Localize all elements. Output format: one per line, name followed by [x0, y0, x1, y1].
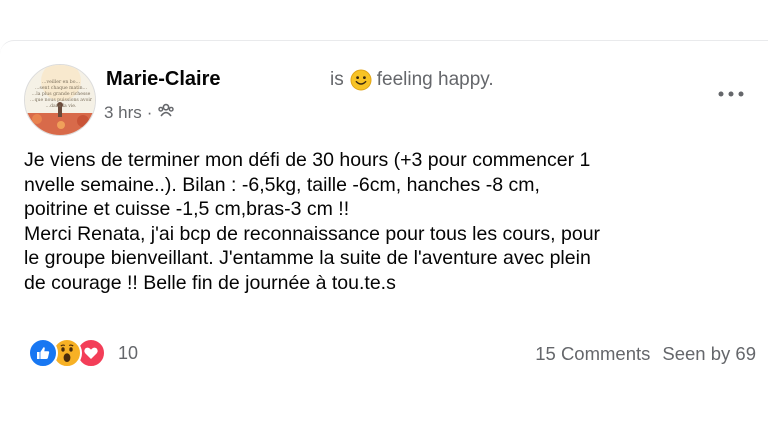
reactions-summary[interactable]: 10	[28, 338, 138, 368]
avatar-text-4: …que nous puissions avoir	[30, 97, 93, 103]
post-text-line: nvelle semaine..). Bilan : -6,5kg, taill…	[24, 173, 540, 196]
seen-by-link[interactable]: Seen by 69	[662, 343, 756, 365]
avatar-image: …veiller en bo… …sent chaque matin… …la …	[25, 65, 95, 135]
post-time[interactable]: 3 hrs	[104, 103, 142, 123]
smiley-icon	[350, 69, 372, 91]
feeling-text: feeling happy.	[376, 69, 494, 90]
post-text-line: le groupe bienveillant. J'entamme la sui…	[24, 247, 591, 269]
avatar[interactable]: …veiller en bo… …sent chaque matin… …la …	[24, 64, 96, 136]
avatar-text-3: …la plus grande richesse	[32, 91, 91, 97]
reaction-count: 10	[118, 342, 139, 363]
comments-count-link[interactable]: 15 Comments	[535, 343, 650, 365]
post-text-line: Merci Renata, j'ai bcp de reconnaissance…	[24, 222, 601, 245]
separator-dot: ·	[146, 102, 153, 122]
avatar-text-1: …veiller en bo…	[42, 79, 81, 85]
post-text: Je viens de terminer mon défi de 30 hour…	[24, 148, 754, 295]
post-meta: 3 hrs ·	[104, 101, 175, 124]
ellipsis-icon	[718, 91, 744, 97]
feeling-prefix: is	[330, 69, 344, 90]
group-icon[interactable]	[157, 101, 175, 124]
post-stats: 15 Comments Seen by 69	[535, 343, 756, 365]
feeling-status: is feeling happy.	[330, 69, 494, 91]
like-icon	[28, 338, 58, 368]
avatar-text-2: …sent chaque matin…	[35, 85, 88, 91]
more-options-button[interactable]	[714, 84, 748, 104]
post-text-line: de courage !! Belle fin de journée à tou…	[24, 271, 396, 294]
post-text-line: Je viens de terminer mon défi de 30 hour…	[24, 149, 591, 171]
author-name[interactable]: Marie-Claire	[106, 68, 221, 91]
avatar-text-5: …dans la vie.	[46, 103, 78, 109]
post-text-line: poitrine et cuisse -1,5 cm,bras-3 cm !!	[24, 198, 350, 220]
